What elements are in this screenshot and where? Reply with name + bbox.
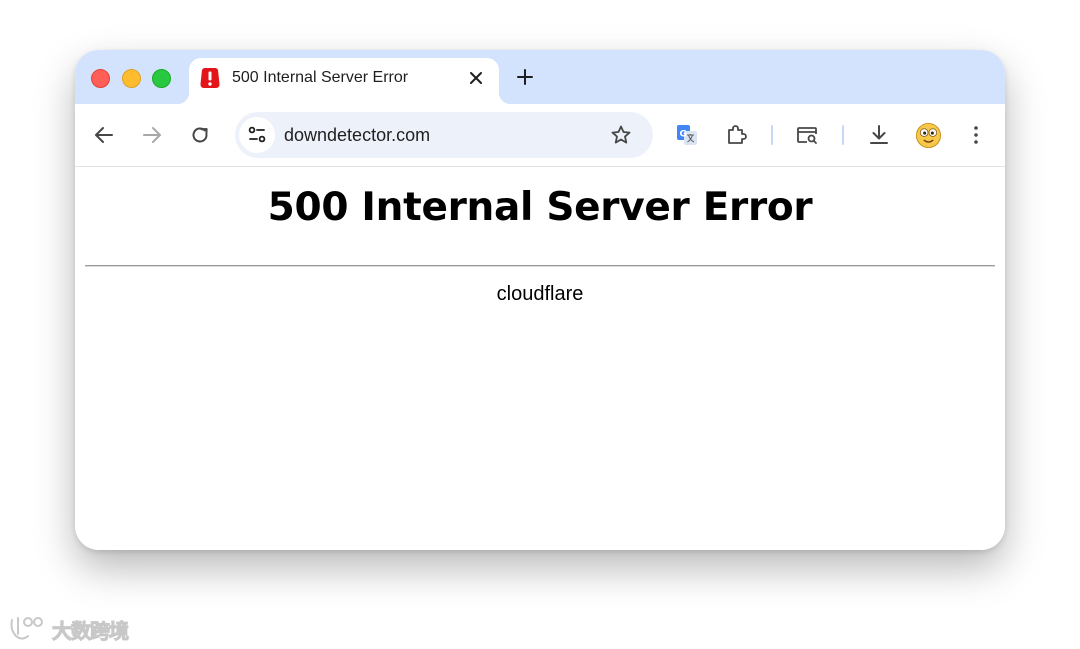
reload-icon[interactable] bbox=[188, 123, 212, 147]
arrow-left-icon[interactable] bbox=[92, 123, 116, 147]
profile-avatar-icon[interactable] bbox=[915, 122, 942, 149]
tab-title: 500 Internal Server Error bbox=[232, 69, 409, 86]
address-bar[interactable]: downdetector.com bbox=[235, 112, 653, 158]
window-minimize-button[interactable] bbox=[122, 69, 141, 88]
url-text[interactable]: downdetector.com bbox=[284, 125, 430, 146]
google-translate-icon[interactable]: G bbox=[675, 123, 699, 147]
close-icon[interactable] bbox=[467, 69, 485, 87]
error-heading: 500 Internal Server Error bbox=[267, 185, 813, 230]
extensions-puzzle-icon[interactable] bbox=[724, 123, 748, 147]
more-menu-icon[interactable] bbox=[964, 123, 988, 147]
download-icon[interactable] bbox=[867, 123, 891, 147]
watermark-text: 大数跨境 bbox=[52, 618, 130, 643]
page-content: 500 Internal Server Error cloudflare bbox=[75, 167, 1005, 550]
tab-strip: 500 Internal Server Error bbox=[75, 50, 1005, 104]
new-tab-icon[interactable] bbox=[515, 67, 535, 87]
toolbar-divider bbox=[842, 125, 844, 145]
watermark-logo-icon bbox=[10, 617, 43, 640]
tab-active[interactable]: 500 Internal Server Error bbox=[177, 58, 511, 104]
screenshot-stage: 500 Internal Server Error downdetector.c… bbox=[0, 0, 1080, 649]
browser-window: 500 Internal Server Error downdetector.c… bbox=[75, 50, 1005, 550]
svg-text:G: G bbox=[680, 130, 687, 140]
window-close-button[interactable] bbox=[91, 69, 110, 88]
toolbar: downdetector.com G bbox=[75, 104, 1005, 167]
watermark: 大数跨境 bbox=[8, 614, 130, 644]
toolbar-divider bbox=[771, 125, 773, 145]
bookmark-star-icon[interactable] bbox=[609, 123, 633, 147]
horizontal-rule bbox=[85, 265, 995, 267]
window-maximize-button[interactable] bbox=[152, 69, 171, 88]
arrow-right-icon[interactable] bbox=[140, 123, 164, 147]
error-exclamation-icon bbox=[200, 68, 220, 88]
server-name: cloudflare bbox=[496, 283, 584, 305]
tune-icon bbox=[248, 126, 266, 143]
tab-search-icon[interactable] bbox=[795, 123, 819, 147]
site-info-button[interactable] bbox=[239, 117, 275, 153]
